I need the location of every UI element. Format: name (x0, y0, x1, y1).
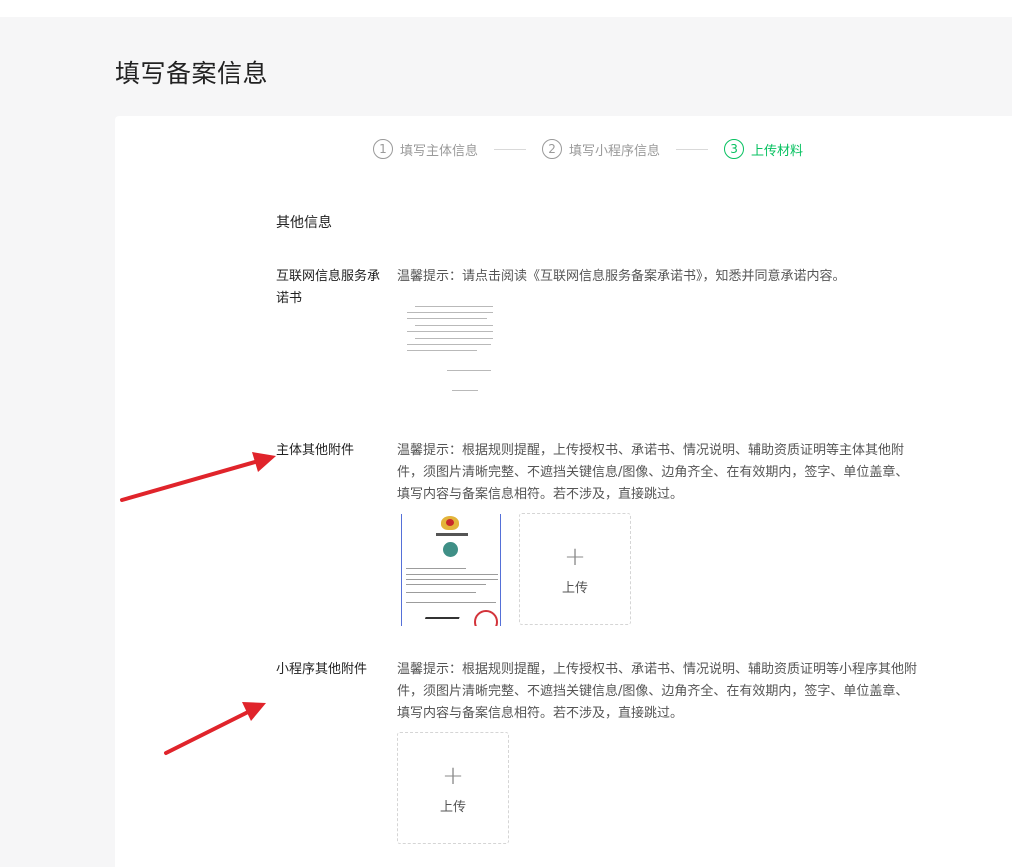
commitment-tip-suffix: ，知悉并同意承诺内容。 (702, 269, 846, 284)
subject-upload-button[interactable]: + 上传 (519, 513, 631, 625)
step-indicator: 1 填写主体信息 2 填写小程序信息 3 上传材料 (373, 138, 803, 160)
miniprogram-attachments-label: 小程序其他附件 (276, 662, 368, 677)
step-divider (494, 148, 527, 150)
step-3-number: 3 (724, 139, 745, 159)
emblem-icon (441, 516, 459, 530)
step-1-number: 1 (373, 139, 393, 159)
step-2-number: 2 (542, 139, 563, 159)
uploaded-certificate-thumbnail[interactable] (401, 514, 501, 626)
section-title: 其他信息 (276, 215, 332, 231)
step-1-label: 填写主体信息 (400, 143, 479, 159)
commitment-doc-link[interactable]: 《互联网信息服务备案承诺书》 (527, 269, 703, 284)
globe-icon (443, 542, 458, 557)
page-title: 填写备案信息 (115, 59, 269, 88)
step-1: 1 填写主体信息 (373, 139, 478, 159)
subject-attachments-tip: 温馨提示：根据规则提醒，上传授权书、承诺书、情况说明、辅助资质证明等主体其他附件… (397, 443, 909, 502)
plus-icon: + (442, 761, 464, 791)
commitment-tip-prefix: 温馨提示：请点击阅读 (397, 269, 528, 284)
step-2-label: 填写小程序信息 (569, 143, 661, 159)
plus-icon: + (564, 542, 586, 572)
top-bar (0, 0, 1012, 17)
signature (422, 617, 460, 626)
seal-icon (474, 610, 498, 626)
step-divider (676, 148, 709, 150)
commitment-tip: 温馨提示：请点击阅读《互联网信息服务备案承诺书》，知悉并同意承诺内容。 (397, 266, 919, 288)
miniprogram-upload-button[interactable]: + 上传 (397, 732, 509, 844)
upload-label: 上传 (561, 581, 588, 596)
commitment-document-thumbnail[interactable] (397, 298, 501, 402)
step-3-label: 上传材料 (751, 143, 804, 159)
step-2: 2 填写小程序信息 (542, 139, 660, 159)
commitment-label: 互联网信息服务承诺书 (276, 269, 381, 306)
subject-attachments-label: 主体其他附件 (276, 443, 355, 458)
upload-label: 上传 (439, 800, 466, 815)
step-3: 3 上传材料 (724, 139, 803, 159)
miniprogram-attachments-tip: 温馨提示：根据规则提醒，上传授权书、承诺书、情况说明、辅助资质证明等小程序其他附… (397, 662, 918, 721)
